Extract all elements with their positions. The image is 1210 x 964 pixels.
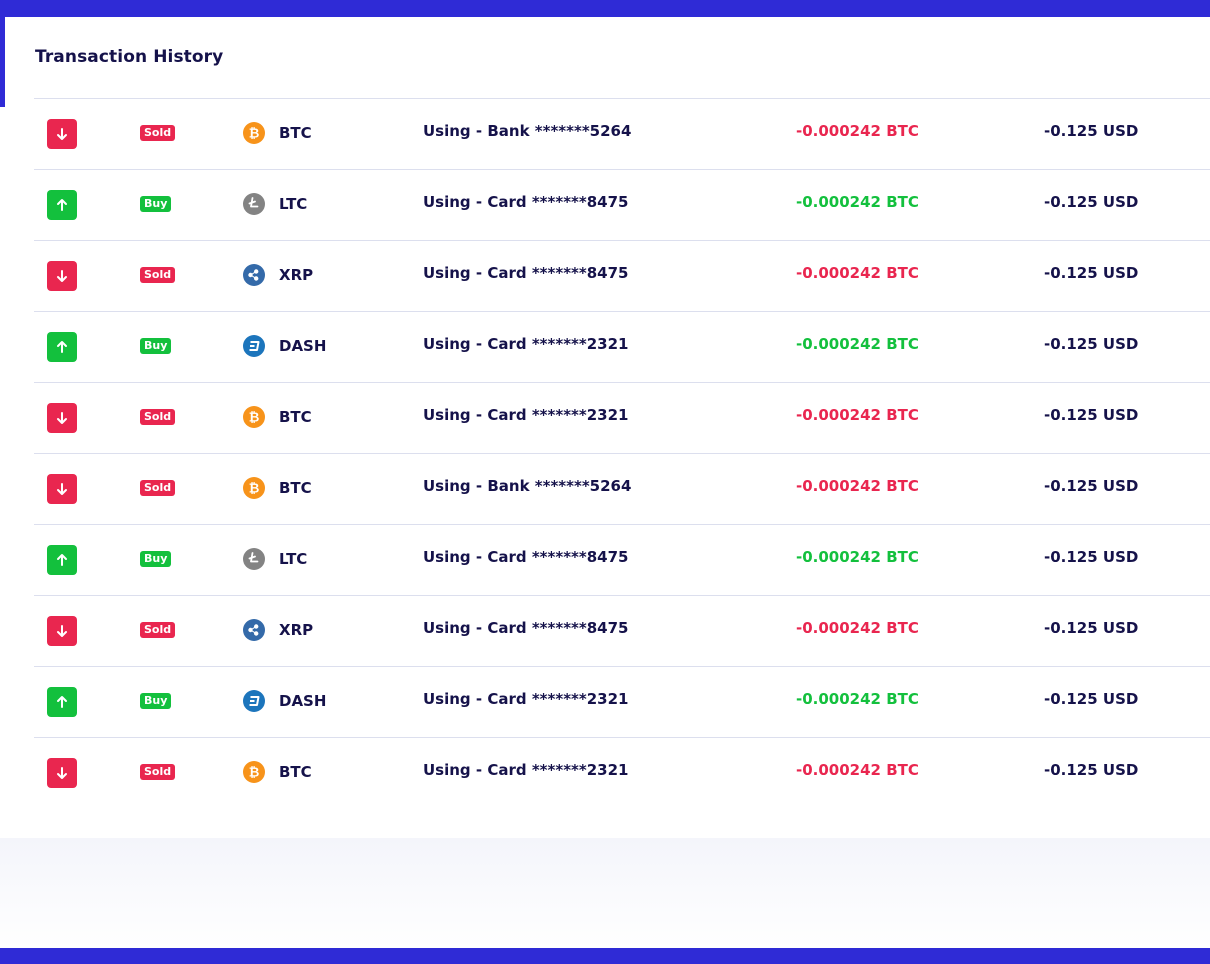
usd-amount: -0.125 USD: [1044, 335, 1139, 353]
crypto-amount: -0.000242 BTC: [796, 761, 919, 779]
status-badge: Sold: [140, 267, 176, 283]
usd-amount: -0.125 USD: [1044, 619, 1139, 637]
payment-method: Using - Card *******8475: [423, 264, 629, 282]
crypto-amount: -0.000242 BTC: [796, 690, 919, 708]
coin-name: LTC: [279, 195, 308, 213]
coin-name: BTC: [279, 479, 312, 497]
crypto-amount: -0.000242 BTC: [796, 548, 919, 566]
usd-amount: -0.125 USD: [1044, 193, 1139, 211]
arrow-down-icon: [47, 474, 77, 504]
bitcoin-icon: ₿: [243, 477, 265, 499]
usd-amount: -0.125 USD: [1044, 122, 1139, 140]
ripple-icon: [243, 619, 265, 641]
svg-text:₿: ₿: [249, 127, 260, 142]
usd-amount: -0.125 USD: [1044, 548, 1139, 566]
payment-method: Using - Card *******8475: [423, 619, 629, 637]
table-row[interactable]: Sold XRP Using - Card *******8475 -0.000…: [34, 240, 1210, 311]
payment-method: Using - Card *******2321: [423, 690, 629, 708]
status-badge: Buy: [140, 551, 172, 567]
crypto-amount: -0.000242 BTC: [796, 406, 919, 424]
arrow-down-icon: [47, 261, 77, 291]
table-row[interactable]: Sold ₿ BTC Using - Bank *******5264 -0.0…: [34, 98, 1210, 169]
coin-name: BTC: [279, 124, 312, 142]
table-row[interactable]: Buy LTC Using - Card *******8475 -0.0002…: [34, 169, 1210, 240]
status-badge: Sold: [140, 480, 176, 496]
transaction-history-card: Transaction History Sold ₿ BTC Using - B…: [5, 17, 1210, 838]
dash-icon: [243, 335, 265, 357]
payment-method: Using - Bank *******5264: [423, 122, 632, 140]
usd-amount: -0.125 USD: [1044, 477, 1139, 495]
payment-method: Using - Card *******8475: [423, 548, 629, 566]
dash-icon: [243, 690, 265, 712]
coin-name: LTC: [279, 550, 308, 568]
status-badge: Sold: [140, 622, 176, 638]
bottom-brand-bar: [0, 948, 1210, 964]
ripple-icon: [243, 264, 265, 286]
coin-name: XRP: [279, 621, 314, 639]
table-row[interactable]: Sold ₿ BTC Using - Card *******2321 -0.0…: [34, 737, 1210, 808]
svg-text:₿: ₿: [249, 411, 260, 426]
table-row[interactable]: Buy LTC Using - Card *******8475 -0.0002…: [34, 524, 1210, 595]
arrow-up-icon: [47, 190, 77, 220]
bitcoin-icon: ₿: [243, 122, 265, 144]
crypto-amount: -0.000242 BTC: [796, 122, 919, 140]
status-badge: Sold: [140, 764, 176, 780]
status-badge: Buy: [140, 338, 172, 354]
arrow-up-icon: [47, 687, 77, 717]
usd-amount: -0.125 USD: [1044, 690, 1139, 708]
crypto-amount: -0.000242 BTC: [796, 264, 919, 282]
payment-method: Using - Card *******8475: [423, 193, 629, 211]
table-row[interactable]: Buy DASH Using - Card *******2321 -0.000…: [34, 311, 1210, 382]
status-badge: Sold: [140, 409, 176, 425]
table-row[interactable]: Sold ₿ BTC Using - Bank *******5264 -0.0…: [34, 453, 1210, 524]
usd-amount: -0.125 USD: [1044, 406, 1139, 424]
arrow-up-icon: [47, 545, 77, 575]
crypto-amount: -0.000242 BTC: [796, 335, 919, 353]
coin-name: XRP: [279, 266, 314, 284]
page-background: [0, 838, 1210, 948]
arrow-down-icon: [47, 403, 77, 433]
status-badge: Sold: [140, 125, 176, 141]
arrow-up-icon: [47, 332, 77, 362]
payment-method: Using - Bank *******5264: [423, 477, 632, 495]
coin-name: BTC: [279, 763, 312, 781]
card-title: Transaction History: [35, 47, 224, 67]
coin-name: BTC: [279, 408, 312, 426]
litecoin-icon: [243, 548, 265, 570]
payment-method: Using - Card *******2321: [423, 761, 629, 779]
status-badge: Buy: [140, 693, 172, 709]
crypto-amount: -0.000242 BTC: [796, 477, 919, 495]
bitcoin-icon: ₿: [243, 406, 265, 428]
table-row[interactable]: Sold ₿ BTC Using - Card *******2321 -0.0…: [34, 382, 1210, 453]
usd-amount: -0.125 USD: [1044, 264, 1139, 282]
coin-name: DASH: [279, 692, 327, 710]
litecoin-icon: [243, 193, 265, 215]
usd-amount: -0.125 USD: [1044, 761, 1139, 779]
crypto-amount: -0.000242 BTC: [796, 619, 919, 637]
arrow-down-icon: [47, 758, 77, 788]
svg-text:₿: ₿: [249, 482, 260, 497]
bitcoin-icon: ₿: [243, 761, 265, 783]
crypto-amount: -0.000242 BTC: [796, 193, 919, 211]
svg-text:₿: ₿: [249, 766, 260, 781]
coin-name: DASH: [279, 337, 327, 355]
status-badge: Buy: [140, 196, 172, 212]
table-row[interactable]: Buy DASH Using - Card *******2321 -0.000…: [34, 666, 1210, 737]
arrow-down-icon: [47, 616, 77, 646]
table-row[interactable]: Sold XRP Using - Card *******8475 -0.000…: [34, 595, 1210, 666]
arrow-down-icon: [47, 119, 77, 149]
transaction-table: Sold ₿ BTC Using - Bank *******5264 -0.0…: [34, 98, 1210, 808]
payment-method: Using - Card *******2321: [423, 335, 629, 353]
payment-method: Using - Card *******2321: [423, 406, 629, 424]
top-brand-bar: [0, 0, 1210, 17]
